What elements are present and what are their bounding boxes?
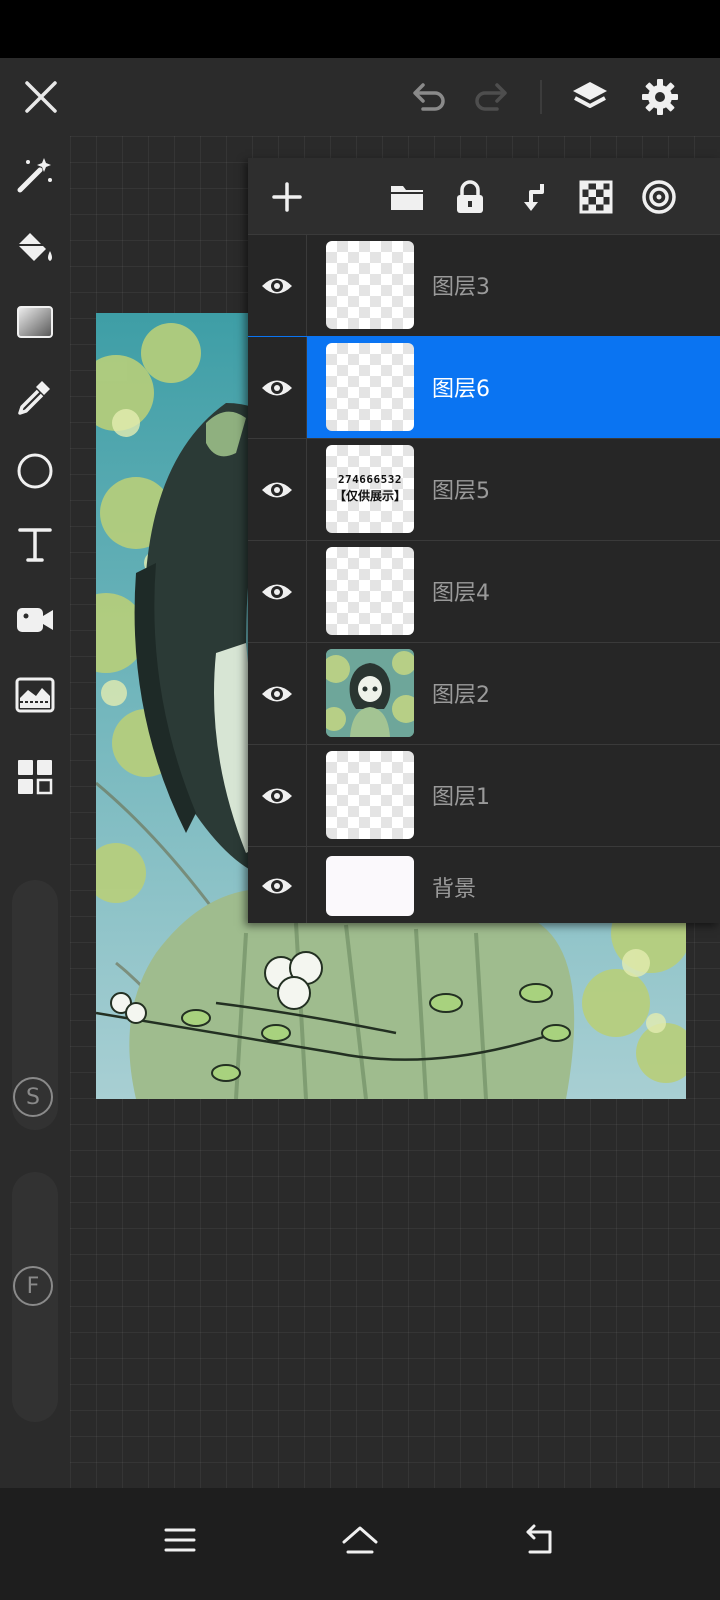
merge-down-button[interactable] — [508, 172, 558, 222]
layer-name: 图层2 — [432, 683, 490, 708]
row-divider — [306, 541, 307, 642]
close-icon[interactable] — [16, 72, 66, 122]
add-layer-button[interactable] — [262, 172, 312, 222]
layers-panel: 图层3 图层6 274666532 【仅供展示】 图层5 图层4 图层2 图层1… — [248, 158, 720, 923]
toolbar-divider — [540, 80, 542, 114]
row-divider — [306, 745, 307, 846]
eye-icon — [262, 380, 292, 396]
flow-slider-label: F — [26, 1273, 40, 1299]
watermark-number: 274666532 — [337, 473, 403, 486]
eye-icon — [262, 278, 292, 294]
paint-bucket-icon[interactable] — [10, 223, 60, 273]
row-divider — [306, 847, 307, 923]
layers-panel-header — [248, 158, 720, 234]
row-divider — [306, 643, 307, 744]
layer-name: 图层5 — [432, 479, 490, 504]
layer-row[interactable]: 图层2 — [248, 642, 720, 744]
menu-button[interactable] — [150, 1510, 210, 1570]
folder-icon — [391, 186, 423, 210]
lock-icon — [457, 180, 483, 213]
menu-icon — [164, 1528, 196, 1552]
flow-slider[interactable]: F — [12, 1172, 58, 1422]
lock-button[interactable] — [445, 172, 495, 222]
layer-row-selected[interactable]: 图层6 — [248, 336, 720, 438]
layer-thumbnail-background — [326, 856, 414, 916]
layer-thumbnail — [326, 241, 414, 329]
settings-icon[interactable] — [635, 72, 685, 122]
eyedropper-icon[interactable] — [10, 371, 60, 421]
eye-icon — [262, 686, 292, 702]
size-slider-knob[interactable]: S — [13, 1077, 53, 1117]
eye-icon — [262, 482, 292, 498]
layer-row[interactable]: 图层4 — [248, 540, 720, 642]
merge-down-icon — [524, 184, 544, 211]
flow-slider-knob[interactable]: F — [13, 1266, 53, 1306]
back-icon — [526, 1524, 552, 1554]
layer-row[interactable]: 图层3 — [248, 234, 720, 336]
eye-icon — [262, 788, 292, 804]
size-slider-label: S — [26, 1084, 40, 1110]
layer-row[interactable]: 274666532 【仅供展示】 图层5 — [248, 438, 720, 540]
undo-icon[interactable] — [404, 72, 454, 122]
row-divider — [306, 439, 307, 540]
layer-thumbnail — [326, 751, 414, 839]
layers-icon[interactable] — [565, 72, 615, 122]
magic-wand-icon[interactable] — [10, 150, 60, 200]
layer-name: 图层1 — [432, 785, 490, 810]
status-bar — [0, 0, 720, 58]
image-adjust-icon[interactable] — [10, 670, 60, 720]
home-icon — [342, 1526, 378, 1554]
gradient-icon[interactable] — [10, 297, 60, 347]
visibility-toggle[interactable] — [258, 573, 296, 611]
reference-layer-button[interactable] — [634, 172, 684, 222]
layer-row-background[interactable]: 背景 — [248, 846, 720, 923]
layer-name: 背景 — [432, 877, 477, 902]
size-slider[interactable]: S — [12, 880, 58, 1130]
watermark-label: 【仅供展示】 — [333, 489, 406, 503]
row-divider — [306, 337, 307, 438]
eye-icon — [262, 878, 292, 894]
visibility-toggle[interactable] — [258, 777, 296, 815]
visibility-toggle[interactable] — [258, 867, 296, 905]
layer-thumbnail-artwork — [326, 649, 414, 737]
layer-name: 图层6 — [432, 377, 490, 402]
ellipse-icon[interactable] — [10, 446, 60, 496]
system-nav-bar — [0, 1488, 720, 1600]
layer-thumbnail-watermark: 274666532 【仅供展示】 — [326, 445, 414, 533]
visibility-toggle[interactable] — [258, 675, 296, 713]
transparency-lock-button[interactable] — [571, 172, 621, 222]
layer-name: 图层3 — [432, 275, 490, 300]
layer-row[interactable]: 图层1 — [248, 744, 720, 846]
redo-icon[interactable] — [466, 72, 516, 122]
text-icon[interactable] — [10, 520, 60, 570]
home-button[interactable] — [330, 1510, 390, 1570]
grid-icon[interactable] — [10, 752, 60, 802]
folder-button[interactable] — [382, 172, 432, 222]
layer-thumbnail — [326, 547, 414, 635]
visibility-toggle[interactable] — [258, 471, 296, 509]
blend-target-icon — [642, 180, 676, 214]
layer-name: 图层4 — [432, 581, 490, 606]
row-divider — [306, 235, 307, 336]
eye-icon — [262, 584, 292, 600]
visibility-toggle[interactable] — [258, 267, 296, 305]
transparency-icon — [579, 180, 613, 214]
layer-thumbnail — [326, 343, 414, 431]
back-button[interactable] — [508, 1510, 568, 1570]
video-icon[interactable] — [10, 595, 60, 645]
add-icon — [272, 182, 302, 212]
visibility-toggle[interactable] — [258, 369, 296, 407]
